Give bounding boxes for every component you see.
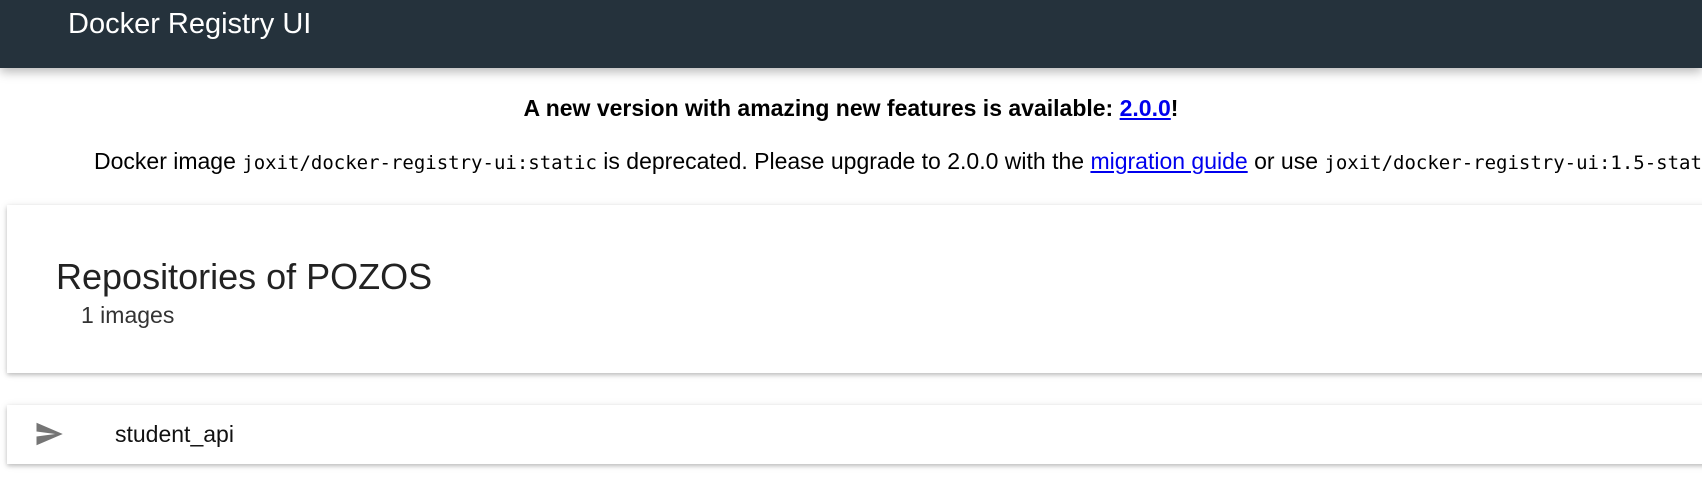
app-header: Docker Registry UI [0, 0, 1702, 68]
repositories-header-card: Repositories of POZOS 1 images [7, 205, 1702, 373]
notice-text-1: Docker image [94, 148, 243, 174]
send-icon [33, 419, 65, 449]
page-title: Repositories of POZOS [56, 256, 433, 297]
new-version-banner: A new version with amazing new features … [0, 92, 1702, 124]
deprecation-notice: Docker image joxit/docker-registry-ui:st… [94, 145, 1702, 179]
banner-headline-suffix: ! [1170, 95, 1179, 121]
repository-item-student-api[interactable]: student_api [7, 405, 1702, 464]
migration-guide-link[interactable]: migration guide [1090, 148, 1247, 174]
notice-text-2: is deprecated. Please upgrade to 2.0.0 w… [596, 148, 1091, 174]
static-image-name: joxit/docker-registry-ui:static [242, 152, 597, 174]
app-title[interactable]: Docker Registry UI [68, 6, 311, 42]
repository-name: student_api [115, 421, 234, 447]
image-count: 1 images [81, 302, 175, 328]
banner-headline-text: A new version with amazing new features … [523, 95, 1120, 121]
pinned-image-name: joxit/docker-registry-ui:1.5-static [1324, 152, 1702, 174]
new-version-link[interactable]: 2.0.0 [1120, 95, 1171, 121]
notice-text-3: or use [1247, 148, 1325, 174]
